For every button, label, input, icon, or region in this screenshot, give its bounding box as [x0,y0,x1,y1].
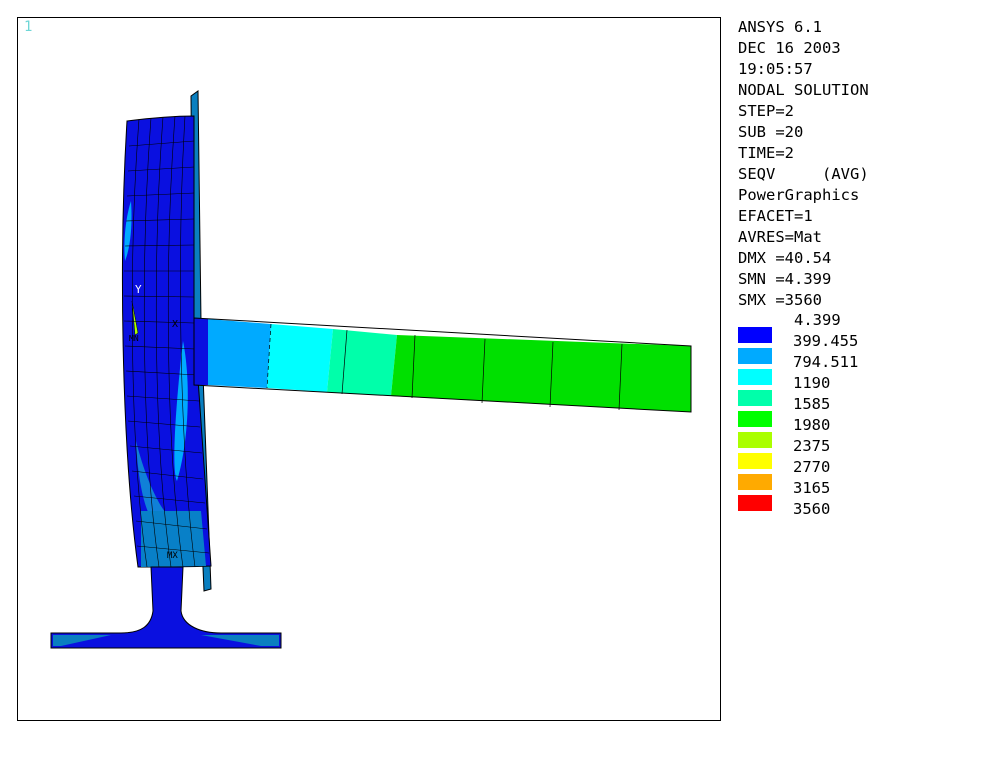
beam-band-1 [194,318,208,385]
mn-label: MN [129,334,139,343]
info-line: EFACET=1 [738,207,813,225]
graphics-viewport[interactable]: Y X MX MN 1 [17,17,721,721]
beam-band-3 [267,324,333,392]
info-panel: ANSYS 6.1 DEC 16 2003 19:05:57 NODAL SOL… [738,17,869,311]
info-line: STEP=2 [738,102,794,120]
legend-value: 2770 [793,458,831,476]
legend-value: 3560 [793,500,831,518]
info-line: SMX =3560 [738,291,822,309]
legend-swatch [738,432,772,448]
info-line: SEQV (AVG) [738,165,869,183]
info-line: PowerGraphics [738,186,860,204]
legend-value: 399.455 [793,332,859,350]
window-number: 1 [24,19,33,35]
legend-swatch [738,369,772,385]
legend-swatch [738,453,772,469]
info-line: SMN =4.399 [738,270,832,288]
legend-value: 3165 [793,479,831,497]
legend-value: 2375 [793,437,831,455]
pedestal [50,566,282,649]
legend-min-label: 4.399 [794,311,841,329]
info-line: ANSYS 6.1 [738,18,822,36]
legend-value: 1190 [793,374,831,392]
legend-swatch [738,411,772,427]
beam-band-4 [327,329,397,396]
beam [193,317,692,413]
fe-model: Y X MX MN [50,90,692,649]
legend-value: 1980 [793,416,831,434]
info-line: DEC 16 2003 [738,39,841,57]
legend-swatch [738,474,772,490]
beam-band-2 [208,319,271,388]
info-line: NODAL SOLUTION [738,81,869,99]
beam-band-5 [391,335,691,412]
info-line: DMX =40.54 [738,249,832,267]
axis-x-label: X [172,319,178,330]
legend-value: 794.511 [793,353,859,371]
axis-y-label: Y [135,283,142,296]
legend-swatch [738,495,772,511]
legend-swatch [738,348,772,364]
info-line: 19:05:57 [738,60,813,78]
legend-swatch [738,327,772,343]
legend-value: 1585 [793,395,831,413]
info-line: SUB =20 [738,123,804,141]
info-line: AVRES=Mat [738,228,822,246]
mx-label: MX [167,551,178,561]
info-line: TIME=2 [738,144,794,162]
legend-swatch [738,390,772,406]
